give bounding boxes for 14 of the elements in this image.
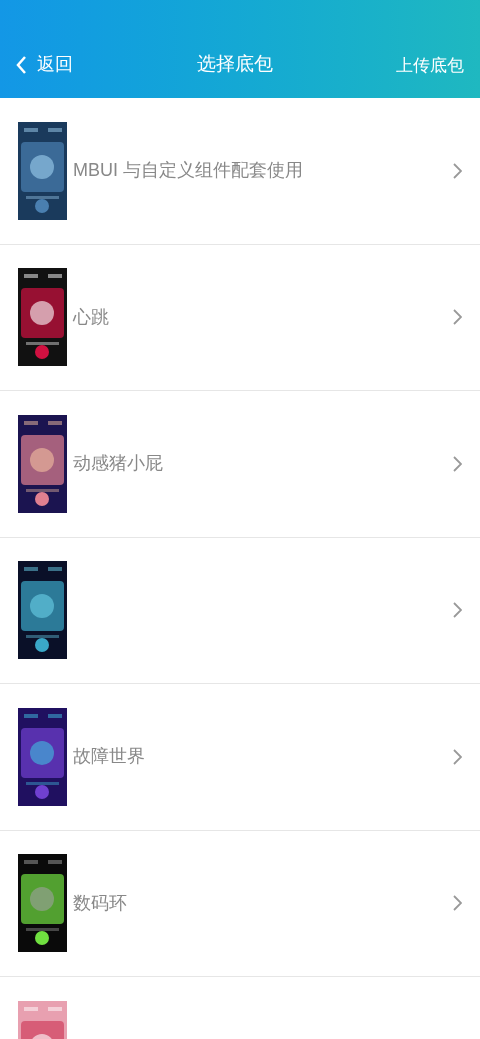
- back-button[interactable]: 返回: [16, 51, 73, 78]
- item-label: 故障世界: [73, 746, 145, 767]
- list-item[interactable]: 故障世界: [0, 684, 480, 831]
- item-label: MBUI 与自定义组件配套使用: [73, 160, 303, 181]
- list-item[interactable]: 心跳: [0, 244, 480, 391]
- item-label: 动感猪小屁: [73, 453, 163, 474]
- page-title: 选择底包: [196, 51, 273, 76]
- list-item[interactable]: 动感猪小屁: [0, 391, 480, 538]
- back-icon: [16, 55, 27, 74]
- list-item[interactable]: 数码环: [0, 830, 480, 977]
- list-item[interactable]: MBUI 与自定义组件配套使用: [0, 98, 480, 245]
- item-label: 心跳: [73, 306, 109, 327]
- item-label: 数码环: [73, 892, 127, 913]
- upload-button[interactable]: 上传底包: [396, 52, 464, 78]
